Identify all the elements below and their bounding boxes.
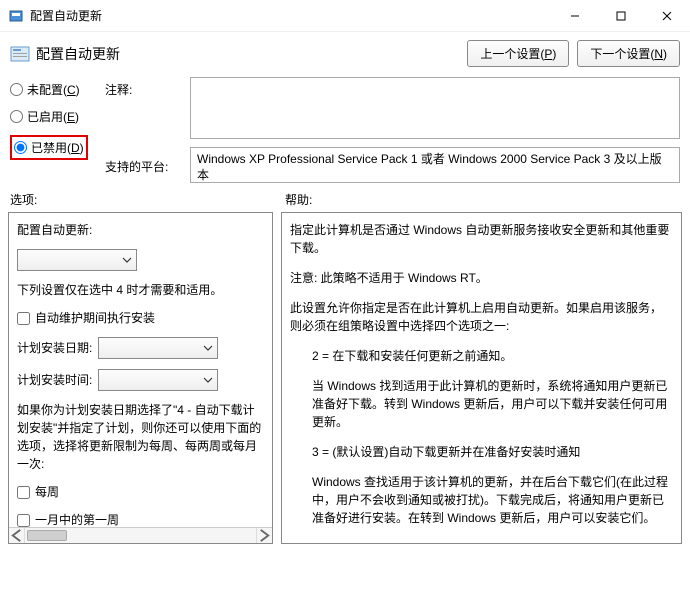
help-p3: 此设置允许你指定是否在此计算机上启用自动更新。如果启用该服务，则必须在组策略设置…: [290, 299, 673, 335]
next-setting-label: 下一个设置(N): [590, 47, 667, 61]
config-section: 未配置(C) 已启用(E) 已禁用(D) 注释: 支持的平台: Windows …: [0, 73, 690, 185]
maint-checkbox-label: 自动维护期间执行安装: [35, 309, 155, 327]
help-p1: 指定此计算机是否通过 Windows 自动更新服务接收安全更新和其他重要下载。: [290, 221, 673, 257]
prev-setting-button[interactable]: 上一个设置(P): [467, 40, 569, 67]
next-setting-button[interactable]: 下一个设置(N): [577, 40, 680, 67]
platform-label: 支持的平台:: [105, 160, 168, 174]
platform-box: Windows XP Professional Service Pack 1 或…: [190, 147, 680, 183]
right-inputs: Windows XP Professional Service Pack 1 或…: [190, 77, 680, 183]
section-labels: 选项: 帮助:: [0, 185, 690, 212]
schedule-time-label: 计划安装时间:: [17, 371, 92, 389]
comment-label: 注释:: [105, 81, 180, 98]
scroll-left-icon[interactable]: [9, 528, 25, 543]
first-week-checkbox[interactable]: [17, 514, 30, 527]
schedule-time-select[interactable]: [98, 369, 218, 391]
first-week-checkbox-row[interactable]: 一月中的第一周: [17, 511, 264, 527]
radio-not-configured-label: 未配置(C): [27, 81, 80, 98]
help-panel: 指定此计算机是否通过 Windows 自动更新服务接收安全更新和其他重要下载。 …: [281, 212, 682, 544]
chevron-down-icon: [203, 343, 213, 353]
maint-checkbox-row[interactable]: 自动维护期间执行安装: [17, 309, 264, 327]
schedule-date-label: 计划安装日期:: [17, 339, 92, 357]
scroll-track[interactable]: [25, 528, 256, 543]
maximize-button[interactable]: [598, 0, 644, 32]
prev-setting-label: 上一个设置(P): [480, 47, 556, 61]
options-label: 选项:: [10, 191, 285, 208]
policy-icon: [10, 45, 30, 63]
radio-enabled[interactable]: 已启用(E): [10, 108, 95, 125]
radio-disabled[interactable]: 已禁用(D): [14, 139, 84, 156]
help-content[interactable]: 指定此计算机是否通过 Windows 自动更新服务接收安全更新和其他重要下载。 …: [282, 213, 681, 543]
help-opt2-desc: 当 Windows 找到适用于此计算机的更新时，系统将通知用户更新已准备好下载。…: [290, 377, 673, 431]
options-hscrollbar[interactable]: [9, 527, 272, 543]
close-button[interactable]: [644, 0, 690, 32]
weekly-checkbox[interactable]: [17, 486, 30, 499]
state-radio-group: 未配置(C) 已启用(E) 已禁用(D): [10, 77, 95, 183]
lower-panels: 配置自动更新: 下列设置仅在选中 4 时才需要和适用。 自动维护期间执行安装 计…: [0, 212, 690, 552]
radio-enabled-input[interactable]: [10, 110, 23, 123]
first-week-checkbox-label: 一月中的第一周: [35, 511, 119, 527]
help-opt3-desc: Windows 查找适用于该计算机的更新，并在后台下载它们(在此过程中，用户不会…: [290, 473, 673, 527]
scroll-right-icon[interactable]: [256, 528, 272, 543]
help-opt2: 2 = 在下载和安装任何更新之前通知。: [290, 347, 673, 365]
options-note: 下列设置仅在选中 4 时才需要和适用。: [17, 281, 264, 299]
options-panel: 配置自动更新: 下列设置仅在选中 4 时才需要和适用。 自动维护期间执行安装 计…: [8, 212, 273, 544]
options-content[interactable]: 配置自动更新: 下列设置仅在选中 4 时才需要和适用。 自动维护期间执行安装 计…: [9, 213, 272, 527]
help-opt3: 3 = (默认设置)自动下载更新并在准备好安装时通知: [290, 443, 673, 461]
configure-updates-select[interactable]: [17, 249, 137, 271]
weekly-checkbox-label: 每周: [35, 483, 59, 501]
options-heading: 配置自动更新:: [17, 221, 264, 239]
maint-checkbox[interactable]: [17, 312, 30, 325]
schedule-desc: 如果你为计划安装日期选择了"4 - 自动下载计划安装"并指定了计划，则你还可以使…: [17, 401, 264, 473]
mid-labels: 注释: 支持的平台:: [105, 77, 180, 183]
titlebar: 配置自动更新: [0, 0, 690, 32]
radio-disabled-input[interactable]: [14, 141, 27, 154]
radio-not-configured-input[interactable]: [10, 83, 23, 96]
app-icon: [8, 8, 24, 24]
radio-enabled-label: 已启用(E): [27, 108, 79, 125]
chevron-down-icon: [122, 255, 132, 265]
scroll-thumb[interactable]: [27, 530, 67, 541]
weekly-checkbox-row[interactable]: 每周: [17, 483, 264, 501]
minimize-button[interactable]: [552, 0, 598, 32]
window-title: 配置自动更新: [30, 7, 102, 24]
help-label: 帮助:: [285, 191, 312, 208]
platform-text: Windows XP Professional Service Pack 1 或…: [197, 152, 662, 182]
page-title: 配置自动更新: [36, 44, 120, 64]
header: 配置自动更新 上一个设置(P) 下一个设置(N): [0, 32, 690, 73]
radio-not-configured[interactable]: 未配置(C): [10, 81, 95, 98]
help-p2: 注意: 此策略不适用于 Windows RT。: [290, 269, 673, 287]
radio-disabled-highlight: 已禁用(D): [10, 135, 88, 160]
comment-textarea[interactable]: [190, 77, 680, 139]
radio-disabled-label: 已禁用(D): [31, 139, 84, 156]
schedule-date-select[interactable]: [98, 337, 218, 359]
chevron-down-icon: [203, 375, 213, 385]
